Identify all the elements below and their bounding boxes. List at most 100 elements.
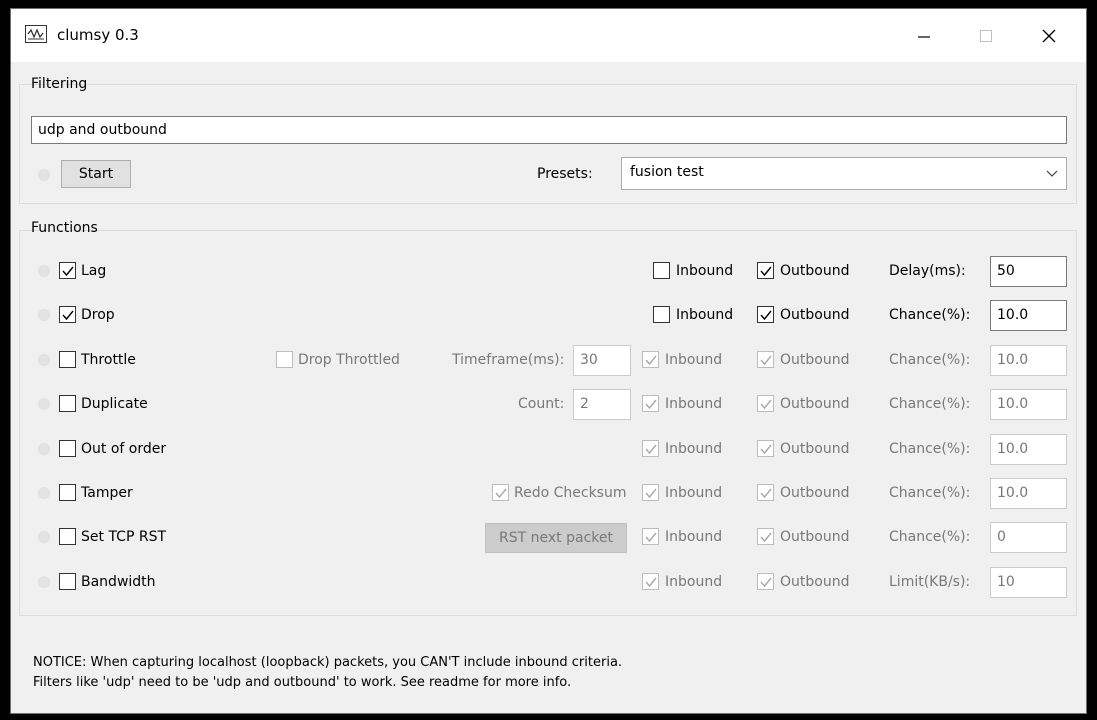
input-count[interactable]: 2: [573, 389, 631, 420]
rst-next-packet-button[interactable]: RST next packet: [485, 523, 627, 553]
input-param-throttle[interactable]: 10.0: [990, 345, 1067, 376]
label-outbound-lag: Outbound: [780, 263, 850, 279]
status-indicator-set-tcp-rst: [38, 531, 50, 543]
checkbox-outbound-bandwidth[interactable]: [757, 573, 774, 590]
notice-line-2: Filters like 'udp' need to be 'udp and o…: [33, 675, 572, 690]
input-timeframe-ms[interactable]: 30: [573, 345, 631, 376]
filter-input[interactable]: udp and outbound: [31, 116, 1067, 144]
window-title: clumsy 0.3: [57, 26, 139, 44]
checkbox-inbound-bandwidth[interactable]: [642, 573, 659, 590]
label-param-bandwidth: Limit(KB/s):: [889, 574, 971, 590]
status-indicator-duplicate: [38, 398, 50, 410]
close-button[interactable]: [1019, 9, 1079, 62]
status-indicator-lag: [38, 265, 50, 277]
label-param-throttle: Chance(%):: [889, 352, 971, 368]
checkbox-out-of-order[interactable]: [59, 440, 76, 457]
input-param-tamper[interactable]: 10.0: [990, 478, 1067, 509]
checkbox-outbound-set-tcp-rst[interactable]: [757, 528, 774, 545]
label-param-set-tcp-rst: Chance(%):: [889, 529, 971, 545]
checkbox-inbound-set-tcp-rst[interactable]: [642, 528, 659, 545]
title-bar[interactable]: clumsy 0.3: [11, 9, 1086, 62]
label-param-duplicate: Chance(%):: [889, 396, 971, 412]
label-count: Count:: [518, 396, 565, 412]
filtering-group-title: Filtering: [31, 76, 88, 92]
label-inbound-tamper: Inbound: [665, 485, 723, 501]
checkbox-set-tcp-rst[interactable]: [59, 528, 76, 545]
function-label-out-of-order: Out of order: [81, 441, 167, 457]
label-outbound-tamper: Outbound: [780, 485, 850, 501]
checkbox-inbound-lag[interactable]: [653, 262, 670, 279]
checkbox-drop[interactable]: [59, 306, 76, 323]
checkbox-redo-checksum[interactable]: [492, 484, 509, 501]
presets-selected-value: fusion test: [630, 164, 704, 180]
status-indicator: [38, 169, 50, 181]
label-inbound-out-of-order: Inbound: [665, 441, 723, 457]
checkbox-outbound-lag[interactable]: [757, 262, 774, 279]
checkbox-inbound-out-of-order[interactable]: [642, 440, 659, 457]
close-icon: [1042, 29, 1056, 42]
label-inbound-throttle: Inbound: [665, 352, 723, 368]
checkbox-inbound-tamper[interactable]: [642, 484, 659, 501]
function-label-throttle: Throttle: [81, 352, 136, 368]
status-indicator-tamper: [38, 487, 50, 499]
label-outbound-out-of-order: Outbound: [780, 441, 850, 457]
checkbox-lag[interactable]: [59, 262, 76, 279]
label-inbound-lag: Inbound: [676, 263, 734, 279]
function-label-drop: Drop: [81, 307, 115, 323]
input-param-lag[interactable]: 50: [990, 256, 1067, 287]
start-button[interactable]: Start: [61, 160, 131, 188]
label-redo-checksum: Redo Checksum: [514, 485, 627, 501]
minimize-button[interactable]: [894, 9, 954, 62]
label-param-out-of-order: Chance(%):: [889, 441, 971, 457]
label-inbound-duplicate: Inbound: [665, 396, 723, 412]
input-param-set-tcp-rst[interactable]: 0: [990, 522, 1067, 553]
label-outbound-set-tcp-rst: Outbound: [780, 529, 850, 545]
checkbox-throttle[interactable]: [59, 351, 76, 368]
maximize-button[interactable]: [956, 9, 1016, 62]
chevron-down-icon: [1046, 170, 1058, 177]
checkbox-outbound-duplicate[interactable]: [757, 395, 774, 412]
checkbox-bandwidth[interactable]: [59, 573, 76, 590]
checkbox-inbound-throttle[interactable]: [642, 351, 659, 368]
label-param-lag: Delay(ms):: [889, 263, 966, 279]
label-outbound-bandwidth: Outbound: [780, 574, 850, 590]
label-inbound-bandwidth: Inbound: [665, 574, 723, 590]
notice-line-1: NOTICE: When capturing localhost (loopba…: [33, 655, 623, 670]
checkbox-drop-throttled[interactable]: [276, 351, 293, 368]
function-label-tamper: Tamper: [81, 485, 133, 501]
notice-text: NOTICE: When capturing localhost (loopba…: [33, 653, 622, 693]
label-param-drop: Chance(%):: [889, 307, 971, 323]
label-outbound-duplicate: Outbound: [780, 396, 850, 412]
checkbox-outbound-tamper[interactable]: [757, 484, 774, 501]
label-param-tamper: Chance(%):: [889, 485, 971, 501]
label-outbound-drop: Outbound: [780, 307, 850, 323]
input-param-drop[interactable]: 10.0: [990, 300, 1067, 331]
input-param-duplicate[interactable]: 10.0: [990, 389, 1067, 420]
checkbox-tamper[interactable]: [59, 484, 76, 501]
checkbox-outbound-drop[interactable]: [757, 306, 774, 323]
status-indicator-drop: [38, 309, 50, 321]
checkbox-inbound-duplicate[interactable]: [642, 395, 659, 412]
checkbox-outbound-out-of-order[interactable]: [757, 440, 774, 457]
label-timeframe-ms: Timeframe(ms):: [452, 352, 565, 368]
checkbox-inbound-drop[interactable]: [653, 306, 670, 323]
minimize-icon: [918, 35, 930, 38]
status-indicator-out-of-order: [38, 443, 50, 455]
maximize-icon: [980, 29, 992, 42]
functions-group-title: Functions: [31, 220, 98, 236]
function-label-lag: Lag: [81, 263, 107, 279]
status-indicator-bandwidth: [38, 576, 50, 588]
function-label-bandwidth: Bandwidth: [81, 574, 156, 590]
status-indicator-throttle: [38, 354, 50, 366]
checkbox-duplicate[interactable]: [59, 395, 76, 412]
presets-select[interactable]: fusion test: [621, 157, 1067, 190]
waveform-icon: [25, 25, 47, 43]
input-param-bandwidth[interactable]: 10: [990, 567, 1067, 598]
functions-group: [19, 230, 1077, 616]
input-param-out-of-order[interactable]: 10.0: [990, 434, 1067, 465]
function-label-duplicate: Duplicate: [81, 396, 148, 412]
function-label-set-tcp-rst: Set TCP RST: [81, 529, 167, 545]
presets-label: Presets:: [537, 166, 593, 182]
checkbox-outbound-throttle[interactable]: [757, 351, 774, 368]
label-inbound-set-tcp-rst: Inbound: [665, 529, 723, 545]
